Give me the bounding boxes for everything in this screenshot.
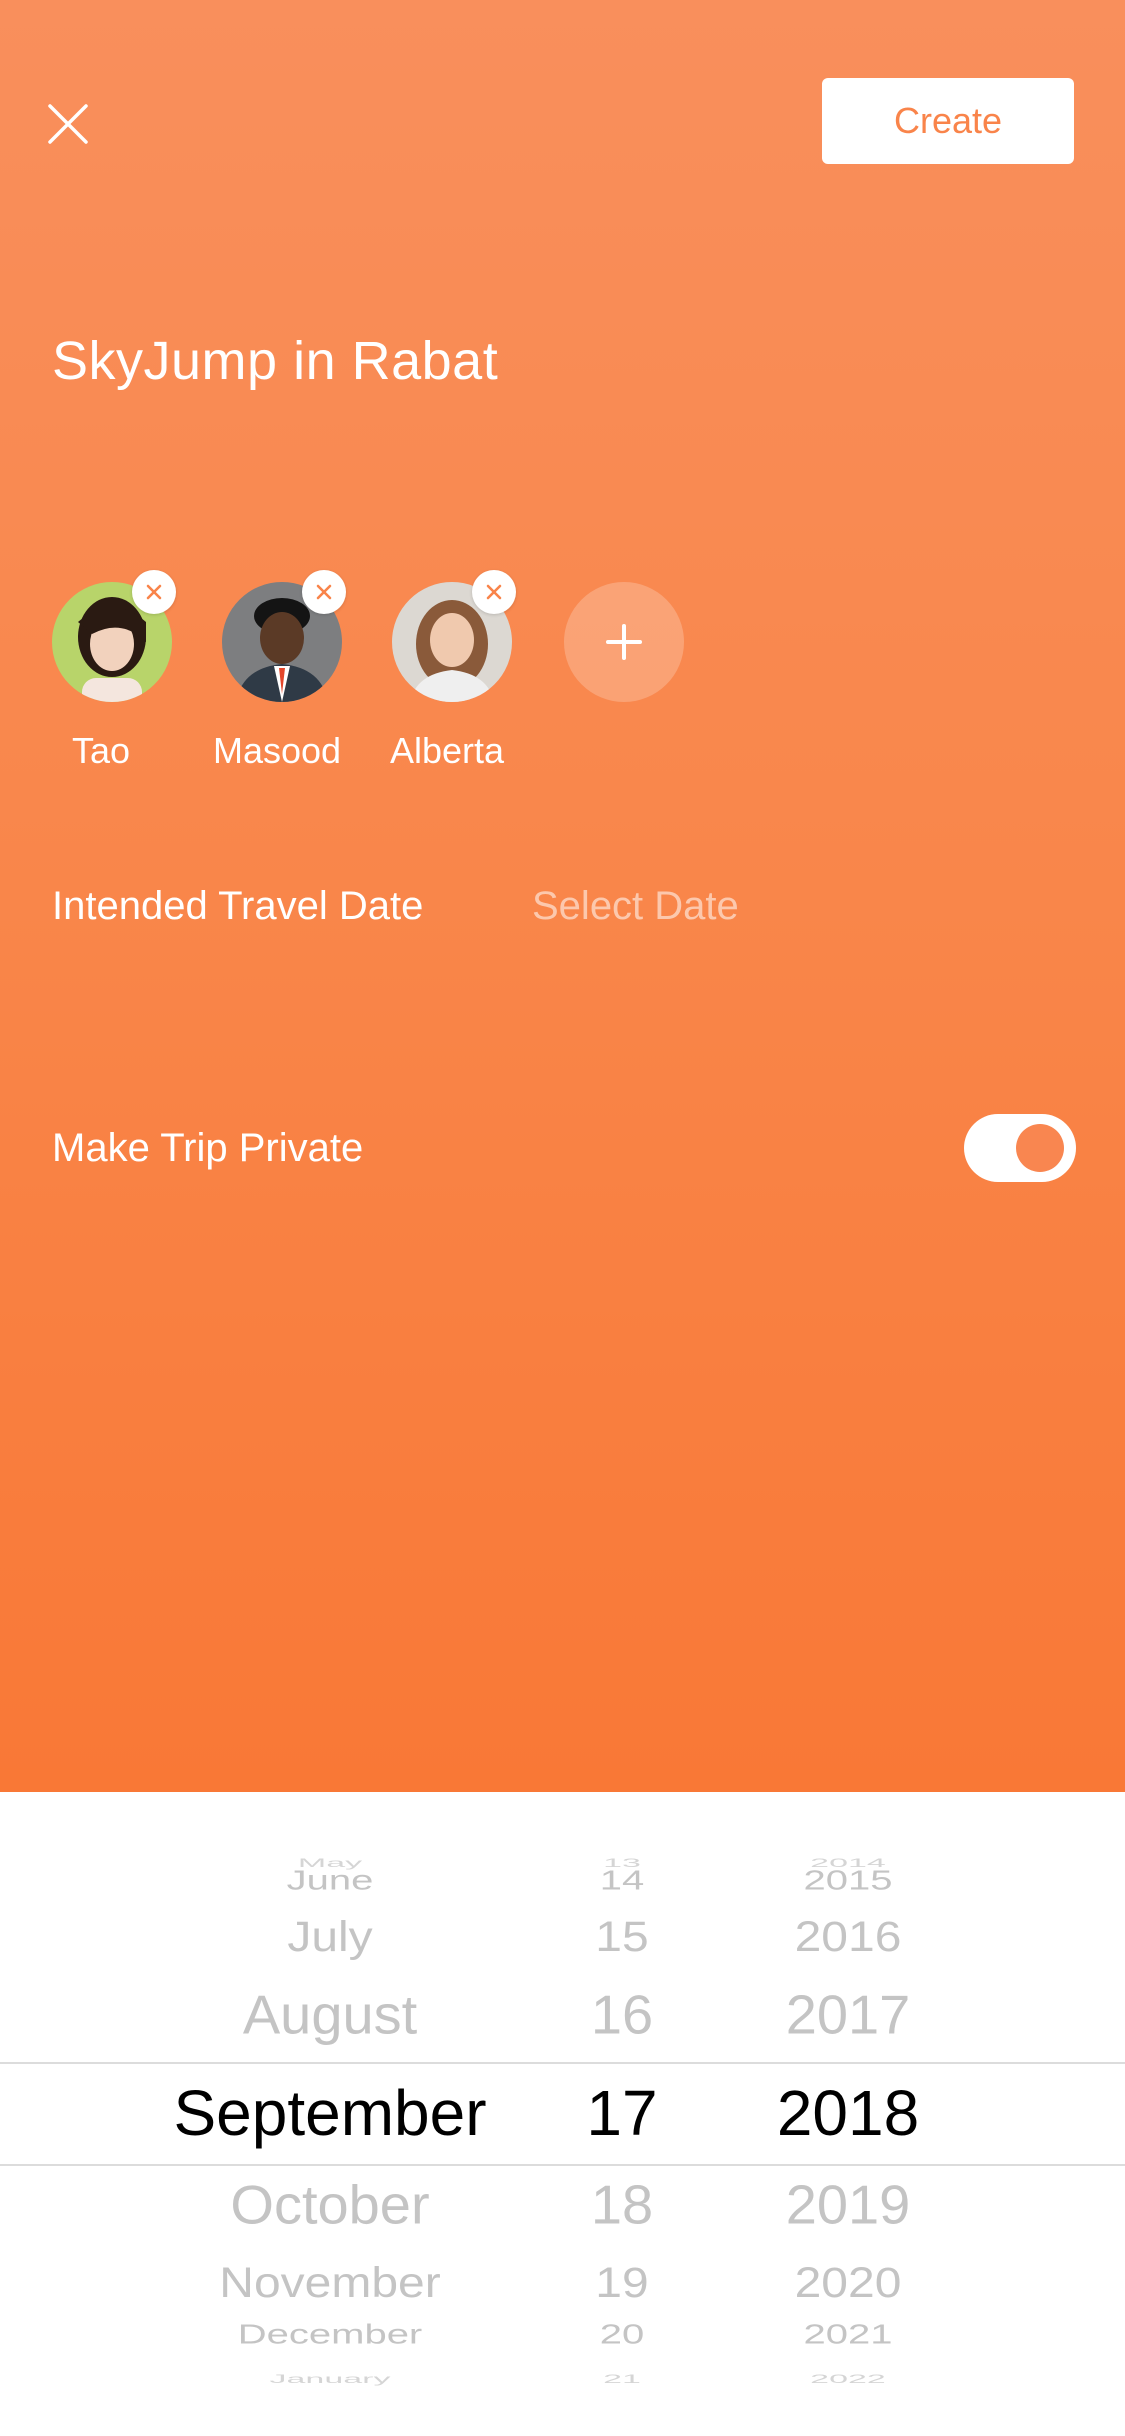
selection-line-bottom	[0, 2164, 1125, 2166]
select-date-button[interactable]: Select Date	[532, 884, 739, 929]
member-name: Tao	[72, 730, 131, 771]
year-option[interactable]: 2019	[786, 2173, 911, 2236]
add-member-button[interactable]	[564, 582, 684, 702]
day-option[interactable]: 19	[595, 2259, 648, 2307]
month-option[interactable]: June	[287, 1865, 374, 1897]
year-option[interactable]: 2020	[795, 2259, 902, 2307]
member-name: Alberta	[390, 730, 505, 771]
travel-date-label: Intended Travel Date	[52, 884, 424, 928]
close-icon	[316, 584, 332, 600]
day-option-selected[interactable]: 17	[586, 2076, 657, 2150]
year-option-selected[interactable]: 2018	[777, 2076, 919, 2150]
month-option[interactable]: December	[238, 2319, 423, 2351]
month-option[interactable]: October	[230, 2173, 429, 2236]
year-option[interactable]: 2016	[795, 1913, 902, 1961]
close-icon	[146, 584, 162, 600]
trip-form-panel: Create SkyJump in Rabat Tao Masood Alber…	[0, 0, 1125, 1792]
day-option[interactable]: 18	[591, 2173, 653, 2236]
year-option[interactable]: 2022	[810, 2373, 886, 2387]
day-option[interactable]: 15	[595, 1913, 648, 1961]
month-option[interactable]: August	[243, 1983, 417, 2046]
close-button[interactable]	[40, 96, 96, 152]
create-button[interactable]: Create	[822, 78, 1074, 164]
member-name: Masood	[213, 730, 342, 771]
remove-member-button[interactable]	[302, 570, 346, 614]
month-option[interactable]: November	[219, 2259, 440, 2307]
date-picker[interactable]: May June July August September October N…	[0, 1792, 1125, 2436]
private-trip-label: Make Trip Private	[52, 1126, 364, 1170]
day-option[interactable]: 14	[600, 1865, 645, 1897]
plus-icon	[606, 624, 642, 660]
month-option[interactable]: January	[270, 2373, 391, 2387]
close-icon	[486, 584, 502, 600]
month-option-selected[interactable]: September	[173, 2076, 486, 2150]
toggle-knob	[1016, 1124, 1064, 1172]
private-trip-toggle[interactable]	[964, 1114, 1076, 1182]
selection-line-top	[0, 2062, 1125, 2064]
year-option[interactable]: 2017	[786, 1983, 911, 2046]
remove-member-button[interactable]	[472, 570, 516, 614]
day-option[interactable]: 16	[591, 1983, 653, 2046]
close-icon	[48, 104, 88, 144]
day-option[interactable]: 21	[603, 2373, 641, 2387]
day-option[interactable]: 20	[600, 2319, 645, 2351]
year-option[interactable]: 2015	[804, 1865, 893, 1897]
remove-member-button[interactable]	[132, 570, 176, 614]
year-option[interactable]: 2021	[804, 2319, 893, 2351]
month-option[interactable]: July	[287, 1913, 372, 1961]
trip-title: SkyJump in Rabat	[52, 331, 499, 391]
